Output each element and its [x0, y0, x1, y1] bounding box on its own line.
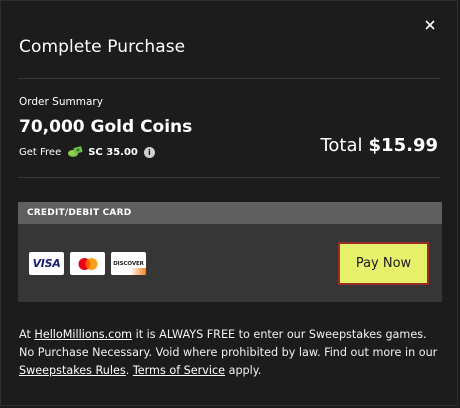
- close-icon[interactable]: [423, 18, 437, 32]
- order-summary-label: Order Summary: [19, 96, 103, 108]
- visa-icon: VISA: [29, 252, 64, 275]
- legal-text: At HelloMillions.com it is ALWAYS FREE t…: [19, 328, 438, 377]
- discover-icon: DISCOVER: [111, 252, 146, 275]
- site-link[interactable]: HelloMillions.com: [34, 328, 132, 341]
- get-free-label: Get Free: [19, 146, 62, 158]
- sc-amount: SC 35.00: [88, 146, 138, 158]
- info-icon[interactable]: i: [143, 146, 155, 158]
- summary-divider: [18, 177, 440, 178]
- pay-now-button[interactable]: Pay Now: [338, 242, 429, 285]
- discover-stripe: [111, 268, 146, 275]
- bonus-row: Get Free SC 35.00 i: [19, 145, 155, 159]
- payment-method-header: CREDIT/DEBIT CARD: [18, 202, 442, 224]
- sweeps-coins-icon: [67, 146, 83, 158]
- payment-panel: CREDIT/DEBIT CARD VISA DISCOVER Pay Now: [18, 202, 442, 302]
- sweepstakes-rules-link[interactable]: Sweepstakes Rules: [19, 364, 126, 377]
- card-logos: VISA DISCOVER: [29, 252, 146, 275]
- mastercard-icon: [70, 252, 105, 275]
- terms-of-service-link[interactable]: Terms of Service: [133, 364, 225, 377]
- purchase-modal: Complete Purchase Order Summary 70,000 G…: [0, 0, 458, 406]
- modal-title: Complete Purchase: [19, 37, 186, 57]
- product-name: 70,000 Gold Coins: [19, 117, 193, 137]
- total-label: Total: [320, 135, 363, 156]
- total-amount: $15.99: [368, 135, 438, 156]
- order-total: Total $15.99: [320, 135, 438, 156]
- header-divider: [18, 78, 440, 79]
